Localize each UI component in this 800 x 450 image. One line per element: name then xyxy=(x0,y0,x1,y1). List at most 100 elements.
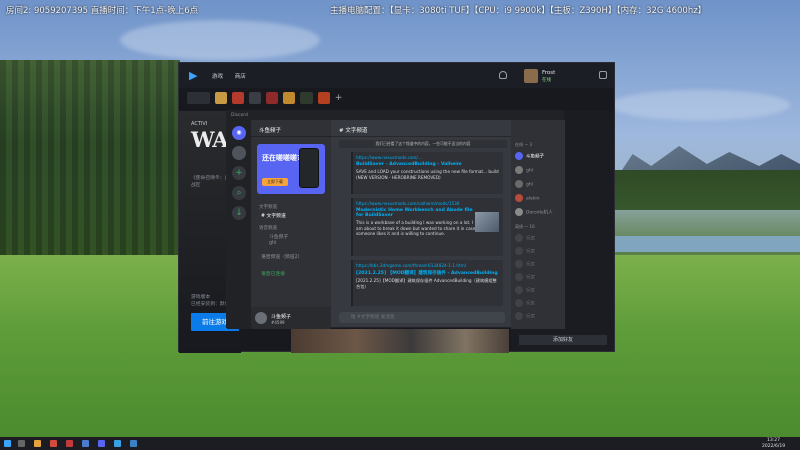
game-shortcut-bar: + xyxy=(187,92,347,106)
all-games-icon[interactable] xyxy=(187,92,210,104)
promo-button[interactable]: 立即下载 xyxy=(262,178,288,186)
member-item[interactable]: 玩家 xyxy=(515,273,535,281)
forest-left xyxy=(0,60,180,270)
app-icon[interactable] xyxy=(114,440,121,447)
home-server-icon[interactable]: ◉ xyxy=(232,126,246,140)
server-list: ◉ + ⌕ ↓ xyxy=(227,120,251,329)
news-thumbnails[interactable] xyxy=(291,329,509,353)
app-icon[interactable] xyxy=(82,440,89,447)
category-label[interactable]: 文字频道 xyxy=(259,204,277,210)
game-icon-cod-mw[interactable] xyxy=(300,92,313,104)
voice-user[interactable]: 斗鱼频子 xyxy=(269,233,288,240)
notification-bell-icon[interactable] xyxy=(499,71,507,79)
promo-phone-graphic xyxy=(299,148,319,188)
app-icon[interactable] xyxy=(130,440,137,447)
voice-user[interactable]: ghl xyxy=(269,241,276,246)
voice-status: 语音已连接 xyxy=(261,272,285,277)
clock[interactable]: 13:27 2022/6/19 xyxy=(762,438,785,449)
game-icon-cod[interactable] xyxy=(266,92,279,104)
user-tag: #4599 xyxy=(271,320,285,325)
server-icon[interactable] xyxy=(232,146,246,160)
discord-titlebar: Discord xyxy=(227,111,563,120)
member-item[interactable]: 玩家 xyxy=(515,247,535,255)
embed-title[interactable]: Modernistic Home Workbench and Abode fil… xyxy=(356,208,476,218)
member-item[interactable]: alekin xyxy=(515,194,540,202)
game-icon-warcraft[interactable] xyxy=(283,92,296,104)
forest-right xyxy=(614,170,800,210)
member-item[interactable]: 玩家 xyxy=(515,312,535,320)
game-icon-blackops[interactable] xyxy=(317,92,330,104)
link-embed[interactable]: https://www.nexusmods.com/valheim/mods/1… xyxy=(351,198,503,256)
avatar xyxy=(515,312,523,320)
avatar xyxy=(515,194,523,202)
download-icon[interactable]: ↓ xyxy=(232,206,246,220)
browser-icon[interactable] xyxy=(34,440,41,447)
game-mode: 战区 xyxy=(191,183,201,188)
embed-title[interactable]: [2021.2.25] 【MOD翻译】建筑保存插件 - AdvancedBuil… xyxy=(356,270,500,276)
member-item[interactable]: ghl xyxy=(515,166,533,174)
voice-channel[interactable]: 语音频道（频道2） xyxy=(261,253,302,260)
embed-desc: [2021.2.25]【MOD翻译】建筑保存插件 AdvancedBuildin… xyxy=(356,278,497,289)
avatar xyxy=(515,166,523,174)
avatar xyxy=(515,286,523,294)
game-icon-overwatch[interactable] xyxy=(248,92,262,104)
chat-area: # 文字频道 我们已经看了这个频道中的内容，一些可能不适当的内容 https:/… xyxy=(331,120,511,329)
avatar[interactable] xyxy=(255,312,267,324)
members-heading: 在线 — 3 xyxy=(515,142,533,147)
promo-card: 还在嗟嗟嗟? 立即下载 xyxy=(257,144,325,194)
nav-store[interactable]: 商店 xyxy=(235,74,246,80)
start-icon[interactable] xyxy=(4,440,11,447)
promo-title: 还在嗟嗟嗟? xyxy=(262,154,302,162)
app-icon[interactable] xyxy=(66,440,73,447)
version-label: 游戏版本 xyxy=(191,295,211,300)
avatar xyxy=(515,234,523,242)
launcher-logo-icon[interactable]: ▶ xyxy=(189,69,201,82)
add-friend-button[interactable]: 添加好友 xyxy=(519,335,607,345)
game-icon-hearthstone[interactable] xyxy=(231,92,244,104)
nav-games[interactable]: 游戏 xyxy=(212,74,223,80)
user-panel: 斗鱼频子 #4599 xyxy=(251,307,331,329)
avatar xyxy=(515,208,523,216)
embed-link[interactable]: https://bbs.3dmgame.com/thread-6134824-1… xyxy=(356,263,500,268)
avatar xyxy=(515,299,523,307)
embed-title[interactable]: BuildSaver - AdvancedBuilding - Valheim xyxy=(356,162,500,167)
member-item[interactable]: 玩家 xyxy=(515,286,535,294)
discord-window: Discord ◉ + ⌕ ↓ 斗鱼频子 还在嗟嗟嗟? 立即下载 文字频道 # … xyxy=(226,110,565,329)
user-status: 在线 xyxy=(542,78,551,83)
app-icon[interactable] xyxy=(50,440,57,447)
discord-taskbar-icon[interactable] xyxy=(98,440,105,447)
avatar xyxy=(515,273,523,281)
avatar xyxy=(515,260,523,268)
embed-link[interactable]: https://www.nexusmods.com/... xyxy=(356,155,500,160)
avatar xyxy=(515,247,523,255)
user-name: 斗鱼频子 xyxy=(271,314,292,320)
channel-sidebar: 斗鱼频子 还在嗟嗟嗟? 立即下载 文字频道 # 文字频道 语音频道 斗鱼频子 g… xyxy=(251,120,331,329)
lake xyxy=(614,236,800,252)
stream-room-info: 房间2: 9059207395 直播时间：下午1点-晚上6点 xyxy=(6,6,199,16)
external-link-icon[interactable] xyxy=(599,71,607,79)
add-server-icon[interactable]: + xyxy=(232,166,246,180)
launcher-topbar: ▶ 游戏 商店 Frost 在线 xyxy=(179,63,614,88)
category-label[interactable]: 语音频道 xyxy=(259,225,277,231)
member-item[interactable]: 玩家 xyxy=(515,260,535,268)
embed-desc: This is a workbase of a building I was w… xyxy=(356,220,476,236)
chat-channel-header: # 文字频道 xyxy=(331,120,511,137)
member-item[interactable]: 玩家 xyxy=(515,234,535,242)
embed-thumbnail[interactable] xyxy=(475,212,499,232)
channel-text[interactable]: # 文字频道 xyxy=(261,212,286,219)
search-icon[interactable] xyxy=(18,440,25,447)
link-embed[interactable]: https://www.nexusmods.com/... BuildSaver… xyxy=(351,152,503,194)
message-input[interactable]: 给 #文字频道 发消息 xyxy=(339,312,505,323)
user-avatar[interactable] xyxy=(524,69,538,83)
link-embed[interactable]: https://bbs.3dmgame.com/thread-6134824-1… xyxy=(351,260,503,306)
member-item[interactable]: Dorodle机人 xyxy=(515,208,553,216)
explore-icon[interactable]: ⌕ xyxy=(232,186,246,200)
game-icon-valorant[interactable] xyxy=(214,92,227,104)
avatar xyxy=(515,152,523,160)
embed-link[interactable]: https://www.nexusmods.com/valheim/mods/1… xyxy=(356,201,500,206)
member-item[interactable]: ghl xyxy=(515,180,533,188)
add-game-icon[interactable]: + xyxy=(335,92,347,104)
server-name[interactable]: 斗鱼频子 xyxy=(251,120,331,137)
member-item[interactable]: 玩家 xyxy=(515,299,535,307)
member-item[interactable]: 斗鱼频子 xyxy=(515,152,544,160)
